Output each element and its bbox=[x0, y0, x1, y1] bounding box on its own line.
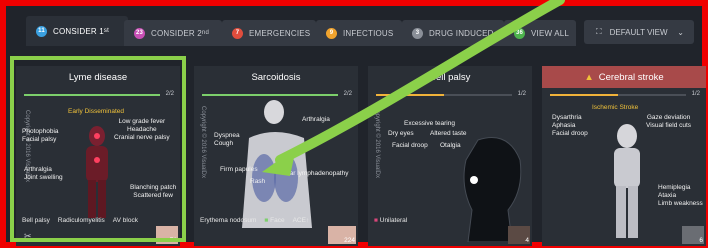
annotation-arrow bbox=[262, 0, 565, 176]
